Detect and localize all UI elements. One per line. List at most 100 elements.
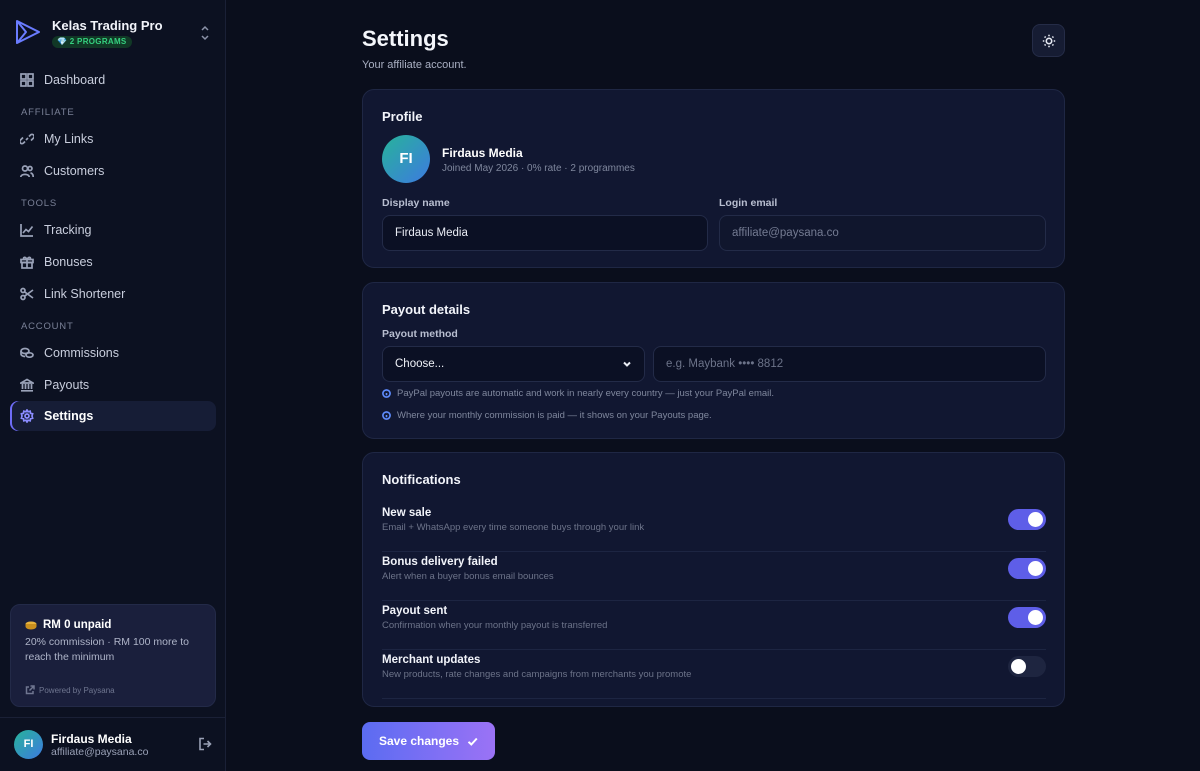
grid-icon [20,73,34,87]
bonus-failed-toggle[interactable] [1008,558,1046,579]
earnings-title: RM 0 unpaid [25,619,111,631]
sidebar-item-customers[interactable]: Customers [10,156,216,186]
notification-desc: Alert when a buyer bonus email bounces [382,571,554,582]
link-icon [20,133,34,145]
notifications-title: Notifications [382,472,461,487]
payout-hint-text: Where your monthly commission is paid — … [397,410,712,421]
payout-card: Payout details Payout method Choose... e… [362,282,1065,439]
coin-icon [25,621,37,629]
save-button-label: Save changes [378,734,460,748]
sidebar-item-label: Link Shortener [44,287,126,301]
notification-row-bonus-failed: Bonus delivery failed Alert when a buyer… [382,552,1046,601]
gift-icon [20,256,34,269]
earnings-title-text: RM 0 unpaid [43,619,112,631]
sidebar-item-label: Payouts [44,378,90,392]
powered-by[interactable]: Powered by Paysana [25,685,115,695]
notification-title: Bonus delivery failed [382,556,498,568]
sidebar-item-label: Settings [44,409,94,423]
new-sale-toggle[interactable] [1008,509,1046,530]
page-subtitle: Your affiliate account. [362,59,467,71]
earnings-text: 20% commission · RM 100 more to reach th… [25,636,189,663]
payout-method-select[interactable]: Choose... [382,346,645,382]
avatar[interactable]: FI [14,730,43,759]
user-footer: FI Firdaus Media affiliate@paysana.co [0,717,225,771]
notifications-card: Notifications New sale Email + WhatsApp … [362,452,1065,707]
chevron-down-icon [623,361,631,367]
sidebar-item-label: Customers [44,164,105,178]
earnings-card: RM 0 unpaid 20% commission · RM 100 more… [10,604,216,707]
payout-hint-destination: Where your monthly commission is paid — … [382,410,712,421]
profile-meta: Joined May 2026 · 0% rate · 2 programmes [442,163,635,174]
profile-title: Profile [382,109,423,124]
payout-hint-text: PayPal payouts are automatic and work in… [397,388,775,399]
sidebar-item-label: Bonuses [44,255,93,269]
theme-toggle-button[interactable] [1032,24,1065,57]
brand-name: Kelas Trading Pro [52,18,163,33]
section-tools: TOOLS [21,198,58,209]
logout-icon[interactable] [198,737,212,751]
chevron-up-down-icon[interactable] [198,24,212,42]
powered-by-text: Powered by Paysana [39,685,115,695]
sun-icon [1042,34,1055,47]
payout-method-value: Choose... [395,358,445,370]
notification-row-merchant-updates: Merchant updates New products, rate chan… [382,650,1046,699]
notification-desc: Email + WhatsApp every time someone buys… [382,522,645,533]
sidebar-item-dashboard[interactable]: Dashboard [10,65,216,95]
sidebar-item-label: My Links [44,132,94,146]
sidebar-item-label: Tracking [44,223,92,237]
login-email-field: affiliate@paysana.co [719,215,1046,251]
profile-avatar[interactable]: FI [382,135,430,183]
bank-icon [20,378,34,392]
gear-icon [20,409,34,423]
sidebar-item-settings[interactable]: Settings [10,401,216,431]
notification-title: Merchant updates [382,654,481,666]
external-link-icon [25,685,35,695]
scissors-icon [20,287,34,301]
toggle-knob [1028,561,1043,576]
notification-title: New sale [382,507,432,519]
save-button[interactable]: Save changes [362,722,495,760]
merchant-updates-toggle[interactable] [1008,656,1046,677]
payout-sent-toggle[interactable] [1008,607,1046,628]
sidebar-item-label: Commissions [44,346,120,360]
page-title: Settings [362,26,449,51]
profile-name: Firdaus Media [442,146,523,160]
toggle-knob [1011,659,1026,674]
payout-hint-paypal: PayPal payouts are automatic and work in… [382,388,774,399]
payout-method-label: Payout method [382,328,458,340]
sidebar-item-my-links[interactable]: My Links [10,124,216,154]
user-email: affiliate@paysana.co [51,746,149,758]
info-icon [382,411,391,420]
info-icon [382,389,391,398]
user-name: Firdaus Media [51,732,132,746]
toggle-knob [1028,610,1043,625]
brand-logo-icon [16,20,40,44]
section-account: ACCOUNT [21,321,74,332]
sidebar-item-commissions[interactable]: Commissions [10,338,216,368]
toggle-knob [1028,512,1043,527]
notification-row-new-sale: New sale Email + WhatsApp every time som… [382,503,1046,552]
notification-desc: Confirmation when your monthly payout is… [382,620,608,631]
profile-card: Profile FI Firdaus Media Joined May 2026… [362,89,1065,268]
payout-title: Payout details [382,302,471,317]
coins-icon [20,347,34,359]
sidebar-item-payouts[interactable]: Payouts [10,370,216,400]
sidebar-item-link-shortener[interactable]: Link Shortener [10,279,216,309]
login-email-label: Login email [719,197,778,209]
notification-row-payout-sent: Payout sent Confirmation when your month… [382,601,1046,650]
notification-title: Payout sent [382,605,448,617]
payout-account-input[interactable]: e.g. Maybank •••• 8812 [653,346,1046,382]
sidebar-item-label: Dashboard [44,73,106,87]
notification-desc: New products, rate changes and campaigns… [382,669,692,680]
trend-chart-icon [20,224,34,237]
display-name-label: Display name [382,197,450,209]
program-switcher[interactable]: Kelas Trading Pro 💎 2 PROGRAMS [14,16,214,50]
sidebar-item-tracking[interactable]: Tracking [10,215,216,245]
users-icon [20,165,34,178]
sidebar: Kelas Trading Pro 💎 2 PROGRAMS Dashboard… [0,0,226,771]
sidebar-item-bonuses[interactable]: Bonuses [10,247,216,277]
programs-badge: 💎 2 PROGRAMS [52,36,132,48]
display-name-input[interactable]: Firdaus Media [382,215,708,251]
check-icon [467,737,478,746]
section-affiliate: AFFILIATE [21,107,75,118]
